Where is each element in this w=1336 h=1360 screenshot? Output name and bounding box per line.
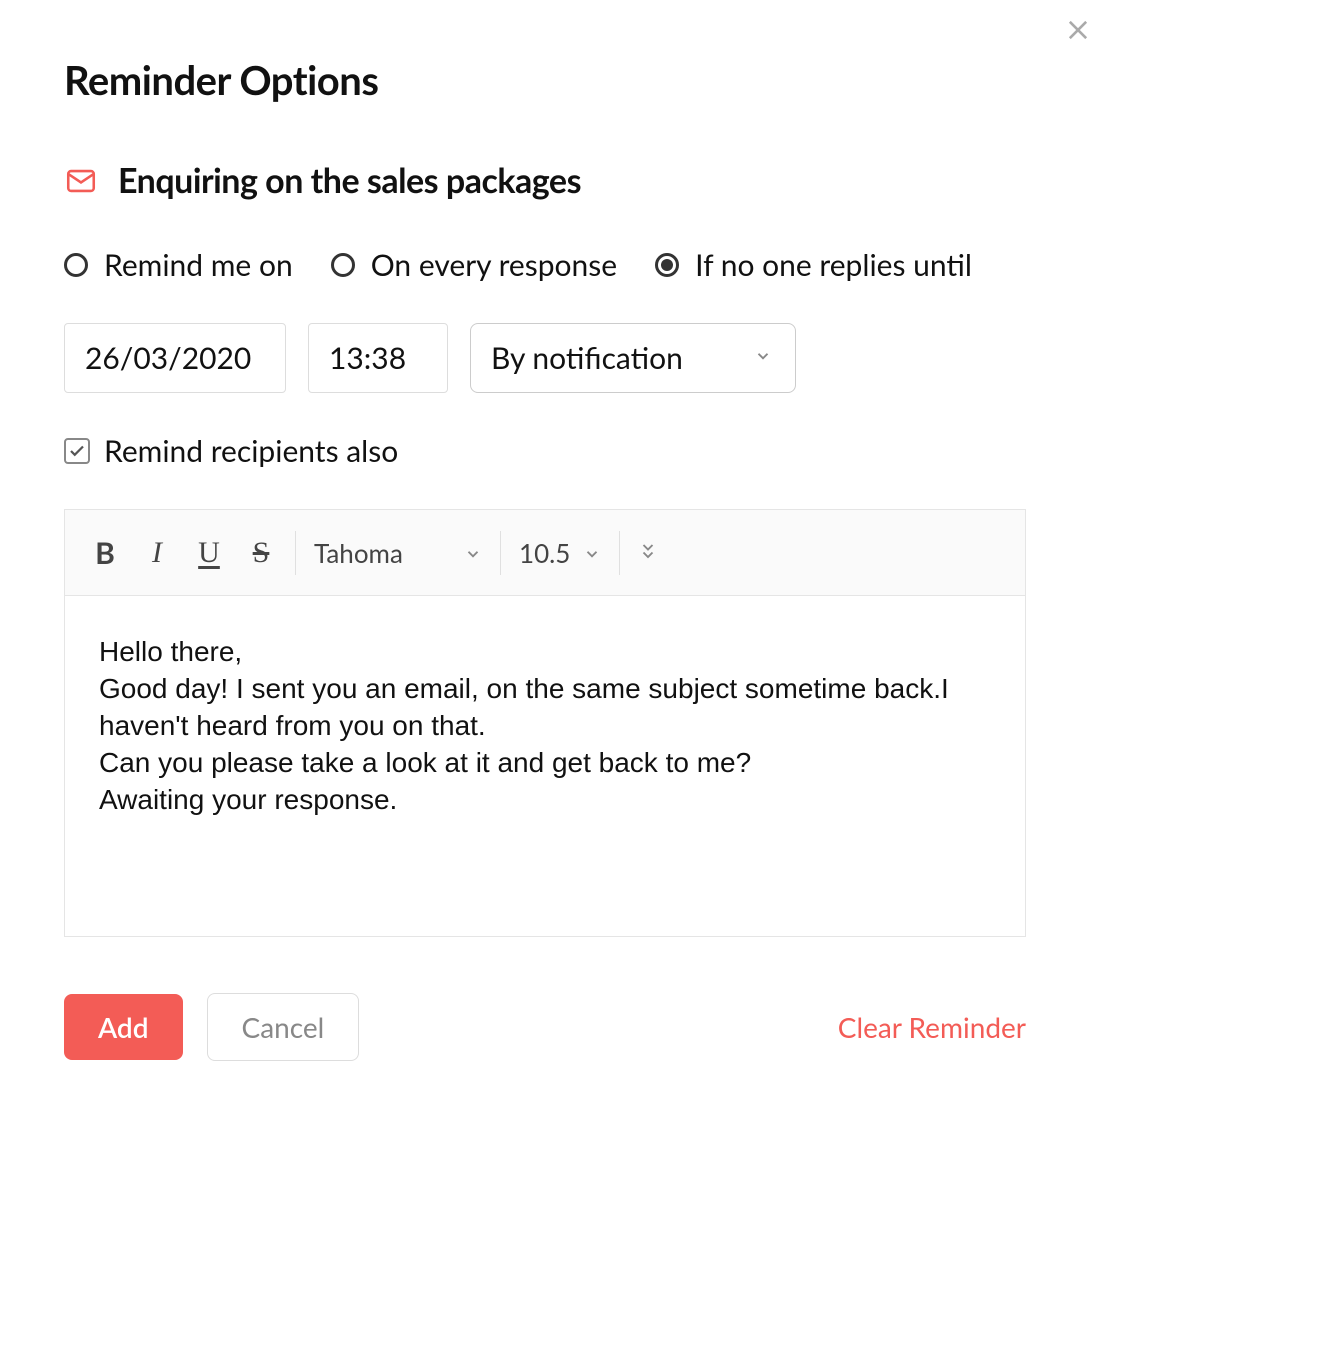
datetime-row: By notification <box>64 323 1064 393</box>
radio-icon <box>64 253 88 277</box>
toolbar-separator <box>295 531 296 575</box>
notification-method-select[interactable]: By notification <box>470 323 796 393</box>
double-chevron-down-icon <box>639 540 657 566</box>
radio-label: Remind me on <box>104 247 293 283</box>
reminder-options-modal: Reminder Options Enquiring on the sales … <box>64 56 1064 1061</box>
select-value: By notification <box>470 323 796 393</box>
editor-toolbar: B I U S Tahoma 10.5 <box>65 510 1025 596</box>
strikethrough-button[interactable]: S <box>235 527 287 579</box>
checkbox-label: Remind recipients also <box>104 433 398 469</box>
cancel-button[interactable]: Cancel <box>207 993 360 1061</box>
toolbar-separator <box>500 531 501 575</box>
subject-text: Enquiring on the sales packages <box>118 160 581 201</box>
mail-icon <box>64 164 98 198</box>
radio-label: On every response <box>371 247 617 283</box>
underline-button[interactable]: U <box>183 527 235 579</box>
modal-footer: Add Cancel Clear Reminder <box>64 993 1026 1061</box>
italic-button[interactable]: I <box>131 527 183 579</box>
clear-reminder-link[interactable]: Clear Reminder <box>838 1010 1026 1044</box>
reminder-type-radios: Remind me on On every response If no one… <box>64 247 1064 283</box>
toolbar-separator <box>619 531 620 575</box>
radio-on-every-response[interactable]: On every response <box>331 247 617 283</box>
close-icon <box>1064 16 1092 44</box>
message-body-textarea[interactable]: Hello there, Good day! I sent you an ema… <box>65 596 1025 936</box>
add-button[interactable]: Add <box>64 994 183 1060</box>
checkbox-icon <box>64 438 90 464</box>
radio-icon <box>331 253 355 277</box>
radio-if-no-one-replies-until[interactable]: If no one replies until <box>655 247 972 283</box>
toolbar-more-button[interactable] <box>628 540 668 566</box>
font-family-value: Tahoma <box>314 537 454 569</box>
font-family-select[interactable]: Tahoma <box>304 537 492 569</box>
radio-icon <box>655 253 679 277</box>
message-editor: B I U S Tahoma 10.5 <box>64 509 1026 937</box>
font-size-value: 10.5 <box>519 537 573 569</box>
date-input[interactable] <box>64 323 286 393</box>
modal-title: Reminder Options <box>64 56 1064 104</box>
chevron-down-icon <box>464 537 482 569</box>
radio-remind-me-on[interactable]: Remind me on <box>64 247 293 283</box>
bold-button[interactable]: B <box>79 527 131 579</box>
font-size-select[interactable]: 10.5 <box>509 537 611 569</box>
chevron-down-icon <box>583 537 601 569</box>
close-button[interactable] <box>1058 10 1098 50</box>
subject-row: Enquiring on the sales packages <box>64 160 1064 201</box>
time-input[interactable] <box>308 323 448 393</box>
radio-label: If no one replies until <box>695 247 972 283</box>
remind-recipients-checkbox[interactable]: Remind recipients also <box>64 433 1064 469</box>
